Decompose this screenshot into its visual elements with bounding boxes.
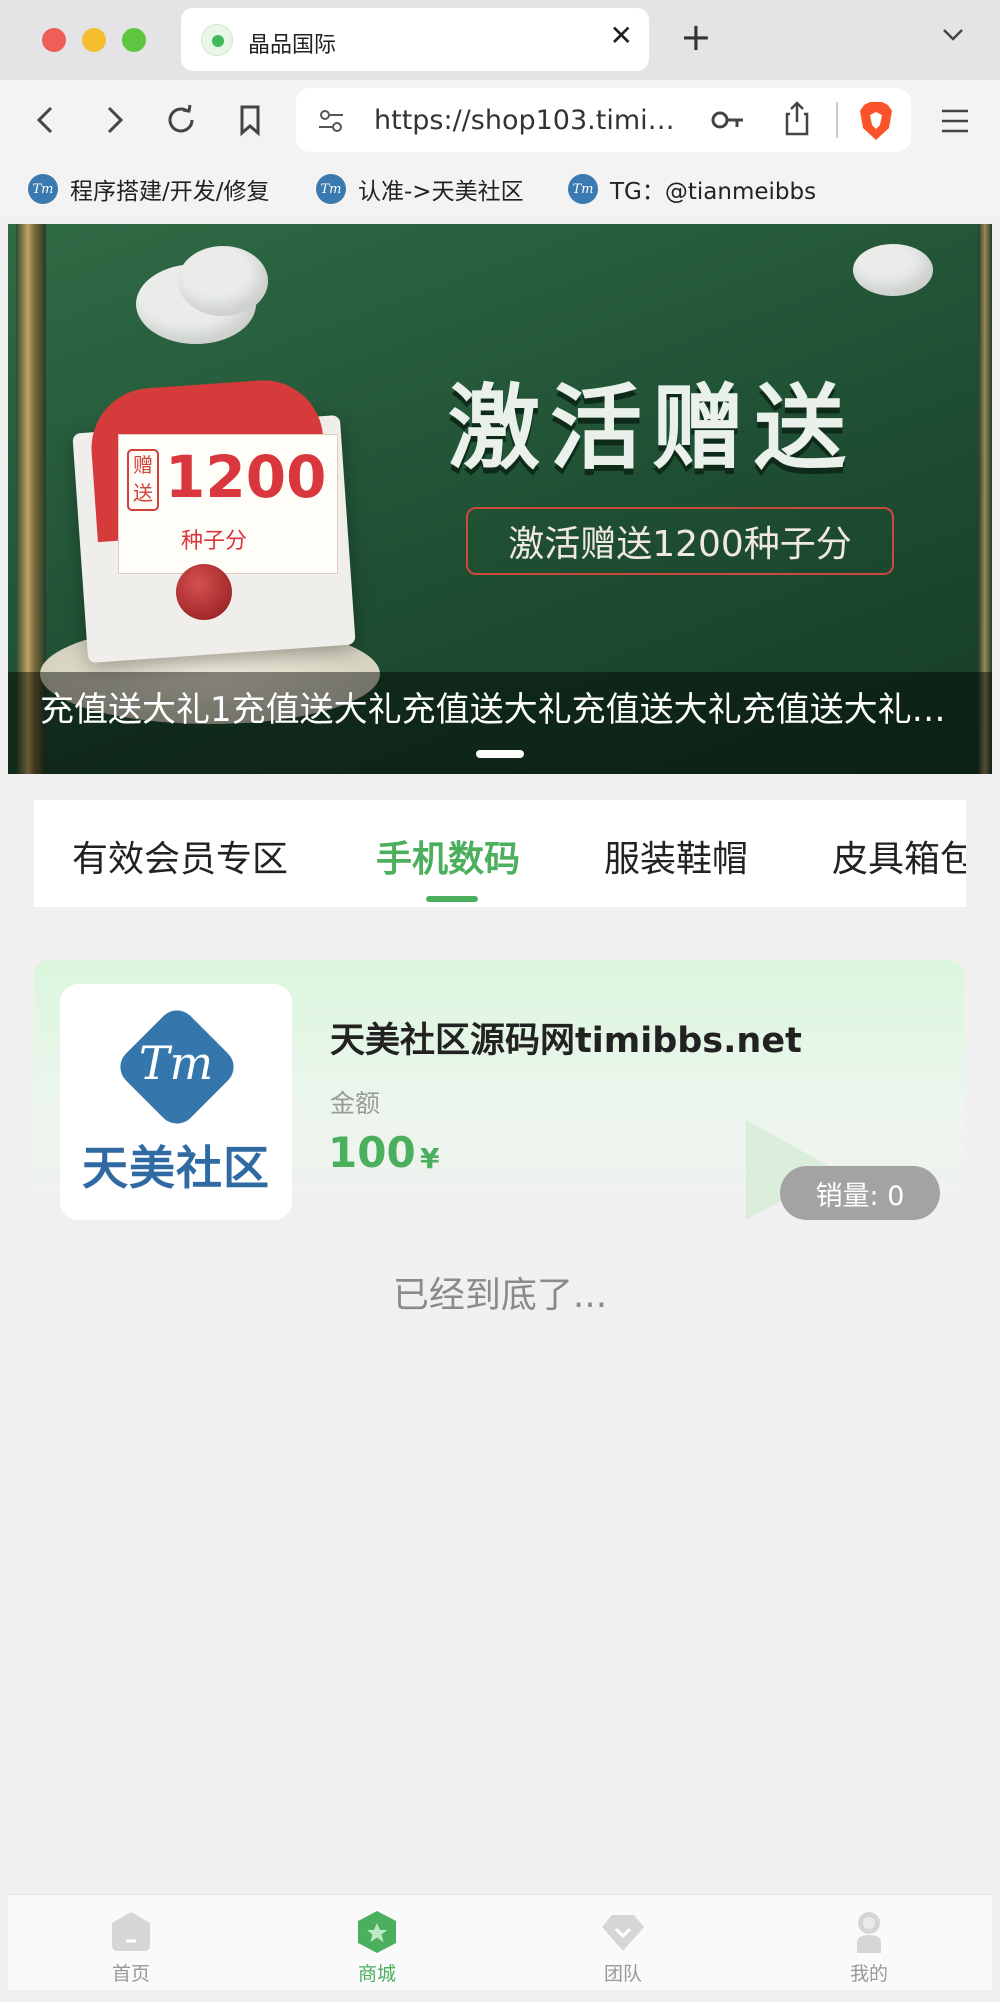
tab-title: 晶品国际 [248, 33, 337, 58]
shop-icon [358, 1911, 396, 1953]
bookmark-icon[interactable] [230, 100, 270, 140]
tab-clothing-shoes-hats[interactable]: 服装鞋帽 [604, 830, 748, 882]
address-bar[interactable]: https://shop103.timibbs.net [296, 88, 911, 152]
cloud-decor-icon [178, 246, 268, 316]
team-icon [602, 1915, 644, 1951]
currency-symbol: ¥ [420, 1142, 440, 1175]
window-minimize-button[interactable] [82, 28, 106, 52]
nav-home-label: 首页 [111, 1963, 150, 1985]
carousel-indicator-dot[interactable] [476, 750, 524, 758]
tm-favicon-icon: Tm [28, 174, 58, 204]
wax-seal-icon [176, 564, 232, 620]
gift-seal-stamp: 赠送 [127, 449, 159, 511]
bookmark-item[interactable]: Tm TG：@tianmeibbs [568, 172, 816, 206]
toolbar-divider [836, 102, 838, 138]
window-close-button[interactable] [42, 28, 66, 52]
tab-list-chevron-icon[interactable] [940, 22, 966, 48]
banner-headline: 激活赠送 [448, 374, 857, 482]
share-icon[interactable] [782, 100, 812, 138]
nav-profile-label: 我的 [849, 1963, 888, 1985]
bookmark-label: 程序搭建/开发/修复 [70, 179, 270, 205]
brave-shield-icon[interactable] [858, 101, 894, 141]
back-arrow-icon[interactable] [26, 100, 66, 140]
tab-leather-luggage[interactable]: 皮具箱包 [832, 830, 966, 882]
banner-caption: 充值送大礼1充值送大礼充值送大礼充值送大礼充值送大礼充值送大礼 [40, 690, 970, 730]
profile-icon [857, 1912, 881, 1953]
nav-profile[interactable]: 我的 [746, 1895, 992, 1991]
url-text[interactable]: https://shop103.timibbs.net [374, 105, 684, 136]
bookmark-label: 认准->天美社区 [358, 179, 524, 205]
active-tab-indicator [426, 896, 478, 902]
browser-tab-strip: 晶品国际 ✕ + [0, 0, 1000, 80]
product-image[interactable]: Tm 天美社区 [60, 984, 292, 1220]
nav-home[interactable]: 首页 [8, 1895, 254, 1991]
window-zoom-button[interactable] [122, 28, 146, 52]
bookmark-item[interactable]: Tm 程序搭建/开发/修复 [28, 172, 270, 206]
end-of-list-text: 已经到底了... [392, 1275, 608, 1316]
reload-icon[interactable] [161, 100, 201, 140]
product-card[interactable]: Tm 天美社区 天美社区源码网timibbs.net 金额 100 ¥ 销量: … [34, 960, 964, 1222]
cloud-decor-icon [853, 244, 933, 296]
gift-card-illustration: 赠送 1200 种子分 [118, 434, 338, 574]
nav-shop-label: 商城 [357, 1963, 396, 1985]
browser-tab-active[interactable]: 晶品国际 ✕ [181, 8, 649, 71]
nav-shop[interactable]: 商城 [254, 1895, 500, 1991]
new-tab-button[interactable]: + [680, 18, 712, 56]
bookmarks-bar: Tm 程序搭建/开发/修复 Tm 认准->天美社区 Tm TG：@tianmei… [0, 160, 1000, 216]
tm-favicon-icon: Tm [568, 174, 598, 204]
bottom-nav-bar: 首页 商城 团队 我的 [8, 1894, 992, 1990]
home-icon [112, 1912, 150, 1951]
tab-valid-member-zone[interactable]: 有效会员专区 [72, 830, 288, 882]
logo-monogram: Tm [138, 1036, 214, 1090]
banner-subtitle-pill: 激活赠送1200种子分 [466, 507, 894, 575]
category-tabs: 有效会员专区 手机数码 服装鞋帽 皮具箱包 [34, 800, 966, 907]
site-favicon-icon [201, 24, 233, 56]
logo-wordmark: 天美社区 [82, 1141, 270, 1195]
tab-mobile-digital[interactable]: 手机数码 [376, 830, 520, 882]
promo-banner-carousel[interactable]: 激活赠送 激活赠送1200种子分 赠送 1200 种子分 充值送大礼1充值送大礼… [8, 224, 992, 774]
gift-card-subtitle: 种子分 [181, 529, 248, 554]
tm-favicon-icon: Tm [316, 174, 346, 204]
site-settings-icon[interactable] [316, 106, 346, 136]
bookmark-label: TG：@tianmeibbs [610, 179, 817, 205]
key-icon[interactable] [710, 104, 746, 136]
bookmark-item[interactable]: Tm 认准->天美社区 [316, 172, 524, 206]
nav-team[interactable]: 团队 [500, 1895, 746, 1991]
product-price: 100 [328, 1128, 416, 1177]
forward-arrow-icon[interactable] [94, 100, 134, 140]
price-label: 金额 [330, 1089, 381, 1118]
product-title[interactable]: 天美社区源码网timibbs.net [330, 1012, 802, 1063]
menu-hamburger-icon[interactable] [940, 108, 970, 134]
gift-card-number: 1200 [165, 443, 327, 511]
close-tab-icon[interactable]: ✕ [610, 22, 633, 50]
sales-count-badge: 销量: 0 [780, 1166, 940, 1220]
nav-team-label: 团队 [603, 1963, 642, 1985]
